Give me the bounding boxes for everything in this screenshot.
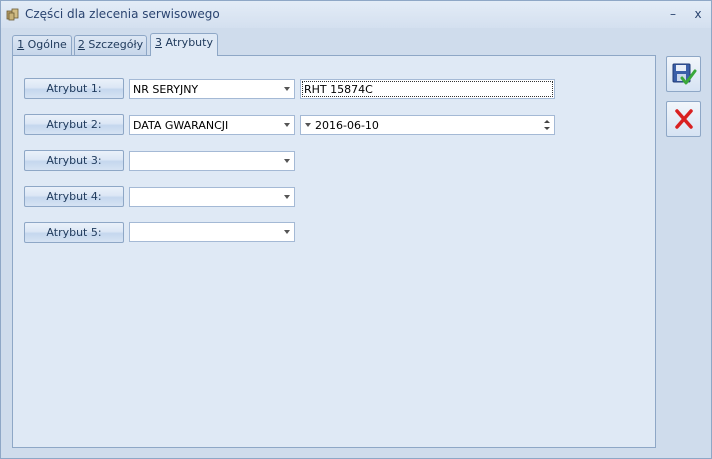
chevron-down-icon xyxy=(284,87,290,91)
tab-ogolne[interactable]: 1 Ogólne xyxy=(12,35,72,55)
minimize-button[interactable]: – xyxy=(665,6,681,22)
red-x-icon xyxy=(675,109,693,129)
tab-atrybuty[interactable]: 3 Atrybuty xyxy=(150,33,218,56)
spin-down-icon[interactable] xyxy=(544,127,550,130)
attribute-2-name: DATA GWARANCJI xyxy=(133,119,229,132)
attribute-2-date-picker[interactable]: 2016-06-10 xyxy=(300,115,555,135)
parts-box-icon xyxy=(6,7,20,21)
close-button[interactable]: x xyxy=(690,6,706,22)
title-bar[interactable]: Części dla zlecenia serwisowego – x xyxy=(1,1,711,28)
chevron-down-icon xyxy=(284,230,290,234)
cancel-button[interactable] xyxy=(666,101,701,137)
attribute-1-value-input[interactable]: RHT 15874C xyxy=(300,79,555,99)
save-button[interactable] xyxy=(666,56,701,92)
attribute-1-name: NR SERYJNY xyxy=(133,83,199,96)
attribute-2-button[interactable]: Atrybut 2: xyxy=(24,114,124,135)
attribute-4-name-combo[interactable] xyxy=(129,187,295,207)
attributes-panel: Atrybut 1: NR SERYJNY RHT 15874C Atrybut… xyxy=(12,55,656,448)
attribute-5-name-combo[interactable] xyxy=(129,222,295,242)
attribute-1-button[interactable]: Atrybut 1: xyxy=(24,78,124,99)
tab-szczegoly[interactable]: 2 Szczegóły xyxy=(74,35,147,55)
attribute-1-name-combo[interactable]: NR SERYJNY xyxy=(129,79,295,99)
save-check-icon xyxy=(672,63,697,85)
chevron-down-icon xyxy=(284,123,290,127)
chevron-down-icon xyxy=(284,195,290,199)
attribute-4-button[interactable]: Atrybut 4: xyxy=(24,186,124,207)
attribute-2-name-combo[interactable]: DATA GWARANCJI xyxy=(129,115,295,135)
chevron-down-icon xyxy=(284,159,290,163)
window-title: Części dla zlecenia serwisowego xyxy=(25,7,220,21)
attribute-3-name-combo[interactable] xyxy=(129,151,295,171)
calendar-dropdown-icon[interactable] xyxy=(305,123,311,127)
spin-up-icon[interactable] xyxy=(544,120,550,123)
attribute-3-button[interactable]: Atrybut 3: xyxy=(24,150,124,171)
attribute-5-button[interactable]: Atrybut 5: xyxy=(24,222,124,243)
attribute-2-value: 2016-06-10 xyxy=(315,119,379,132)
dialog-window: Części dla zlecenia serwisowego – x 1 Og… xyxy=(0,0,712,459)
attribute-1-value: RHT 15874C xyxy=(304,83,373,96)
